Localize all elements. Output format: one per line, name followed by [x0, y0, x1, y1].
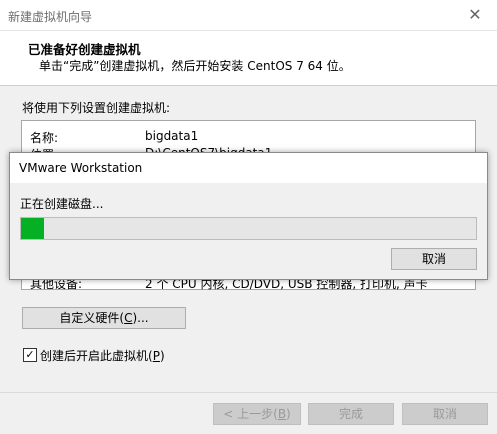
power-on-accesskey: P	[152, 349, 160, 363]
footer-divider	[0, 392, 497, 393]
power-on-checkbox[interactable]: ✓	[23, 348, 37, 362]
wizard-header: 已准备好创建虚拟机 单击“完成”创建虚拟机，然后开始安装 CentOS 7 64…	[0, 31, 497, 86]
back-accesskey: B	[277, 407, 287, 421]
power-on-label-text: 创建后开启此虚拟机(	[40, 349, 153, 363]
wizard-title: 新建虚拟机向导	[8, 10, 93, 24]
dialog-cancel-button[interactable]: 取消	[391, 248, 477, 270]
customize-hardware-suffix: )...	[132, 311, 149, 325]
back-suffix: )	[286, 407, 291, 421]
cancel-button[interactable]: 取消	[402, 403, 488, 425]
header-title: 已准备好创建虚拟机	[28, 42, 141, 57]
settings-section-label: 将使用下列设置创建虚拟机:	[22, 101, 171, 115]
close-icon[interactable]: ✕	[464, 4, 486, 26]
wizard-titlebar: 新建虚拟机向导 ✕	[0, 0, 497, 31]
power-on-label-suffix: )	[159, 349, 165, 363]
progress-dialog: VMware Workstation 正在创建磁盘... 取消	[9, 152, 488, 280]
back-label: < 上一步(	[223, 407, 278, 421]
customize-hardware-label: 自定义硬件(	[59, 311, 125, 325]
dialog-status-text: 正在创建磁盘...	[20, 197, 104, 211]
finish-button[interactable]: 完成	[308, 403, 394, 425]
dialog-titlebar: VMware Workstation	[10, 153, 487, 183]
header-subtitle: 单击“完成”创建虚拟机，然后开始安装 CentOS 7 64 位。	[39, 59, 351, 73]
power-on-checkbox-label[interactable]: 创建后开启此虚拟机(P)	[40, 347, 165, 364]
back-button[interactable]: < 上一步(B)	[213, 403, 301, 425]
progress-bar-fill	[21, 218, 44, 239]
disk-creation-progress-bar	[20, 217, 477, 240]
dialog-title: VMware Workstation	[19, 161, 143, 175]
summary-label-name: 名称:	[30, 131, 59, 145]
summary-value-name: bigdata1	[145, 129, 199, 143]
customize-hardware-button[interactable]: 自定义硬件(C)...	[22, 307, 186, 329]
checkmark-icon: ✓	[25, 348, 35, 361]
